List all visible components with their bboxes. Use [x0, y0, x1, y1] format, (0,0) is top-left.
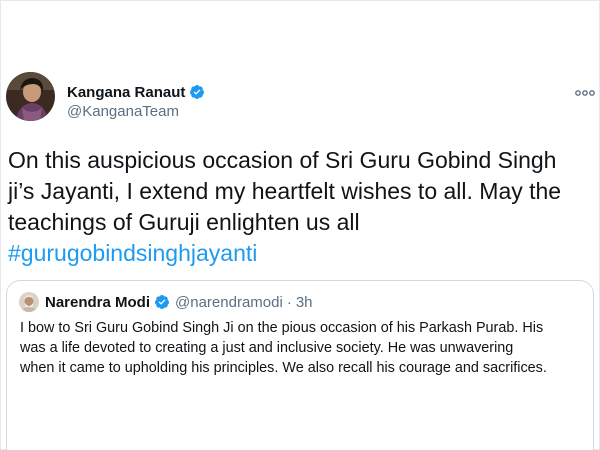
quoted-text-line: when it came to upholding his principles… — [20, 360, 547, 376]
quoted-timestamp[interactable]: 3h — [296, 294, 313, 311]
quoted-tweet[interactable]: Narendra Modi @narendramodi · 3h I bow t… — [6, 280, 594, 450]
quoted-author-avatar[interactable] — [19, 292, 39, 312]
quoted-tweet-header: Narendra Modi @narendramodi · 3h — [19, 292, 313, 312]
quoted-text-line: was a life devoted to creating a just an… — [20, 340, 514, 356]
quoted-author-name[interactable]: Narendra Modi — [45, 294, 150, 311]
quoted-text-line: I bow to Sri Guru Gobind Singh Ji on the… — [20, 320, 544, 336]
author-handle[interactable]: @KanganaTeam — [67, 103, 205, 120]
author-block: Kangana Ranaut @KanganaTeam — [67, 82, 205, 120]
author-display-name[interactable]: Kangana Ranaut — [67, 84, 185, 101]
quoted-tweet-text: I bow to Sri Guru Gobind Singh Ji on the… — [20, 318, 590, 378]
tweet-card: Kangana Ranaut @KanganaTeam On this ausp… — [0, 0, 600, 450]
tweet-text-line: teachings of Guruji enlighten us all — [8, 209, 360, 235]
author-name-row: Kangana Ranaut — [67, 82, 205, 102]
tweet-text: On this auspicious occasion of Sri Guru … — [8, 145, 596, 269]
verified-badge-icon — [189, 84, 205, 100]
tweet-text-line: On this auspicious occasion of Sri Guru … — [8, 147, 557, 173]
quoted-author-handle[interactable]: @narendramodi — [175, 294, 283, 311]
hashtag-link[interactable]: #gurugobindsinghjayanti — [8, 240, 257, 266]
author-avatar[interactable] — [6, 72, 55, 121]
tweet-text-line: ji’s Jayanti, I extend my heartfelt wish… — [8, 178, 562, 204]
more-horizontal-icon[interactable] — [574, 86, 596, 100]
verified-badge-icon — [154, 294, 170, 310]
separator-dot: · — [286, 293, 292, 311]
